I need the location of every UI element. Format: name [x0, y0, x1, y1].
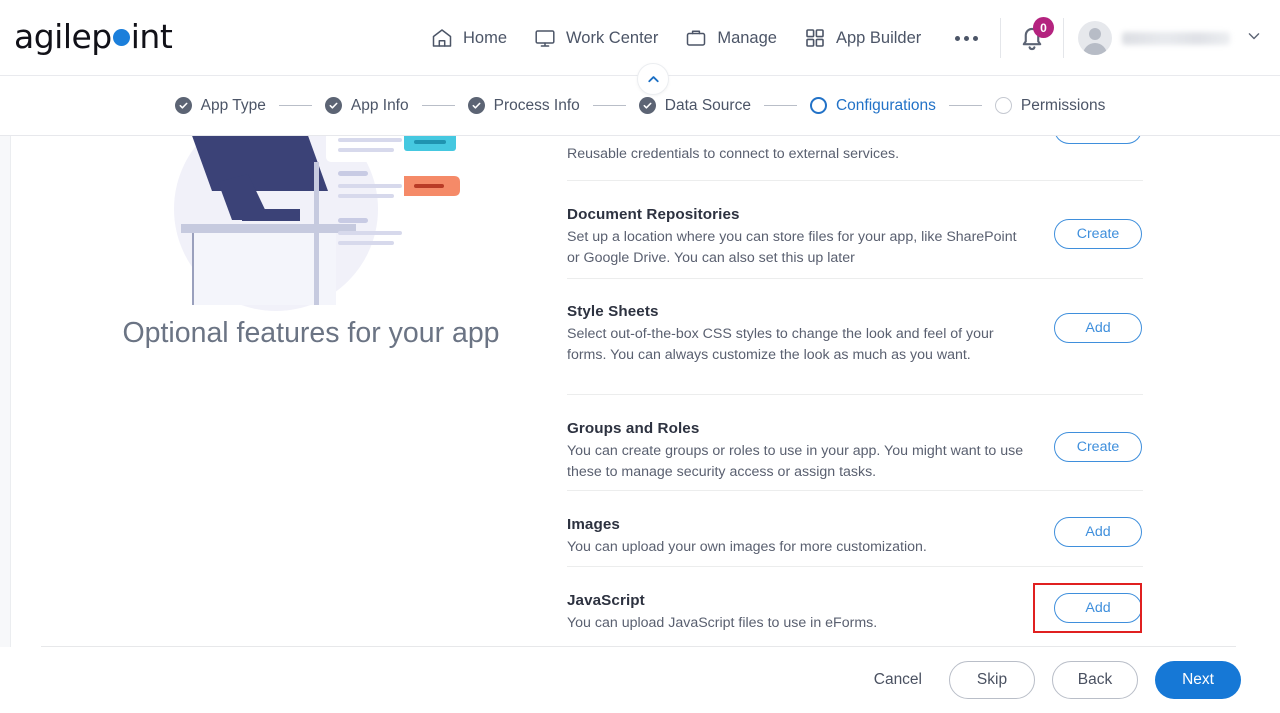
main-nav-items: Home Work Center Manage App Builder: [430, 0, 979, 76]
back-button[interactable]: Back: [1052, 661, 1138, 699]
wizard-footer: Cancel Skip Back Next: [0, 647, 1280, 713]
feature-title: Style Sheets: [567, 303, 659, 320]
check-circle-icon: [467, 97, 485, 114]
next-button[interactable]: Next: [1155, 661, 1241, 699]
nav-item-work-center[interactable]: Work Center: [533, 0, 658, 76]
collapse-header-button[interactable]: [637, 63, 669, 95]
feature-desc: Reusable credentials to connect to exter…: [567, 146, 900, 162]
username-label: [1122, 31, 1230, 45]
left-illustration-column: Optional features for your app: [41, 136, 541, 646]
nav-item-home[interactable]: Home: [430, 0, 507, 76]
avatar[interactable]: [1078, 21, 1112, 55]
app-wizard-page: agilep int Home Work Center Manage App B…: [0, 0, 1280, 713]
nav-item-manage-label: Manage: [717, 28, 777, 47]
step-process-info-label: Process Info: [493, 96, 580, 114]
step-connector: [278, 104, 312, 107]
logo-text-before: agilep: [14, 17, 112, 56]
step-configurations-label: Configurations: [835, 96, 936, 114]
create-button-groups-and-roles[interactable]: Create: [1054, 432, 1142, 462]
check-circle-icon: [174, 97, 192, 114]
feature-row-images: Images You can upload your own images fo…: [556, 491, 1156, 566]
step-app-info[interactable]: App Info: [324, 96, 409, 115]
top-navigation-bar: agilep int Home Work Center Manage App B…: [0, 0, 1280, 76]
feature-desc: You can upload your own images for more …: [567, 539, 927, 555]
feature-desc: You can upload JavaScript files to use i…: [567, 615, 878, 631]
optional-features-list: Reusable credentials to connect to exter…: [556, 136, 1156, 645]
nav-item-app-builder[interactable]: App Builder: [803, 0, 921, 76]
nav-item-work-center-label: Work Center: [566, 28, 659, 47]
home-icon: [430, 26, 454, 50]
feature-title: Groups and Roles: [567, 420, 700, 437]
wizard-content-area: Optional features for your app Reusable …: [11, 136, 1280, 646]
create-button-document-repositories[interactable]: Create: [1054, 219, 1142, 249]
more-options-icon[interactable]: [955, 0, 979, 76]
nav-item-manage[interactable]: Manage: [684, 0, 777, 76]
nav-item-app-builder-label: App Builder: [835, 28, 922, 47]
add-button-images[interactable]: Add: [1054, 517, 1142, 547]
feature-row-style-sheets: Style Sheets Select out-of-the-box CSS s…: [556, 279, 1156, 394]
step-data-source-label: Data Source: [664, 96, 751, 114]
current-step-circle-icon: [809, 97, 827, 114]
step-app-type-label: App Type: [200, 96, 266, 114]
step-connector: [421, 104, 455, 107]
step-connector: [948, 104, 982, 107]
feature-row-document-repositories: Document Repositories Set up a location …: [556, 181, 1156, 278]
feature-row-credentials: Reusable credentials to connect to exter…: [556, 136, 1156, 180]
skip-button[interactable]: Skip: [949, 661, 1035, 699]
logo-text-after: int: [130, 17, 173, 56]
page-title: Optional features for your app: [122, 317, 500, 349]
left-rail: [0, 136, 11, 713]
feature-desc: Set up a location where you can store fi…: [567, 229, 1017, 266]
logo-dot-icon: [112, 29, 130, 46]
agilepoint-logo[interactable]: agilep int: [14, 17, 173, 56]
check-circle-icon: [324, 97, 342, 114]
step-app-type[interactable]: App Type: [174, 96, 266, 115]
chevron-up-icon: [647, 75, 659, 82]
step-app-info-label: App Info: [350, 96, 409, 114]
step-data-source[interactable]: Data Source: [638, 96, 751, 115]
divider: [1000, 18, 1001, 58]
cancel-button[interactable]: Cancel: [864, 671, 932, 689]
add-button-style-sheets[interactable]: Add: [1054, 313, 1142, 343]
pending-step-circle-icon: [994, 97, 1012, 114]
stepper-items: App Type App Info Process Info Data Sour…: [174, 96, 1106, 115]
divider: [1063, 18, 1064, 58]
nav-item-home-label: Home: [463, 28, 508, 47]
step-connector: [763, 104, 797, 107]
briefcase-icon: [684, 26, 708, 50]
grid-icon: [803, 26, 827, 50]
step-connector: [592, 104, 626, 107]
add-button-javascript[interactable]: Add: [1054, 593, 1142, 623]
feature-desc: You can create groups or roles to use in…: [567, 443, 1024, 480]
step-process-info[interactable]: Process Info: [467, 96, 580, 115]
feature-row-groups-and-roles: Groups and Roles You can create groups o…: [556, 395, 1156, 490]
feature-title: Document Repositories: [567, 206, 740, 223]
feature-button-credentials[interactable]: [1054, 136, 1142, 144]
notification-count-badge: 0: [1033, 17, 1054, 38]
monitor-icon: [533, 26, 557, 50]
top-bar-right-group: 0: [986, 0, 1272, 76]
feature-title: Images: [567, 516, 620, 533]
check-circle-icon: [638, 97, 656, 114]
feature-title: JavaScript: [567, 592, 645, 609]
step-permissions[interactable]: Permissions: [994, 96, 1106, 115]
step-configurations[interactable]: Configurations: [809, 96, 936, 115]
chevron-down-icon[interactable]: [1244, 26, 1264, 51]
step-permissions-label: Permissions: [1020, 96, 1106, 114]
feature-row-javascript: JavaScript You can upload JavaScript fil…: [556, 567, 1156, 645]
optional-features-illustration: [146, 136, 496, 344]
notifications-button[interactable]: 0: [1015, 17, 1054, 55]
feature-desc: Select out-of-the-box CSS styles to chan…: [567, 326, 994, 363]
